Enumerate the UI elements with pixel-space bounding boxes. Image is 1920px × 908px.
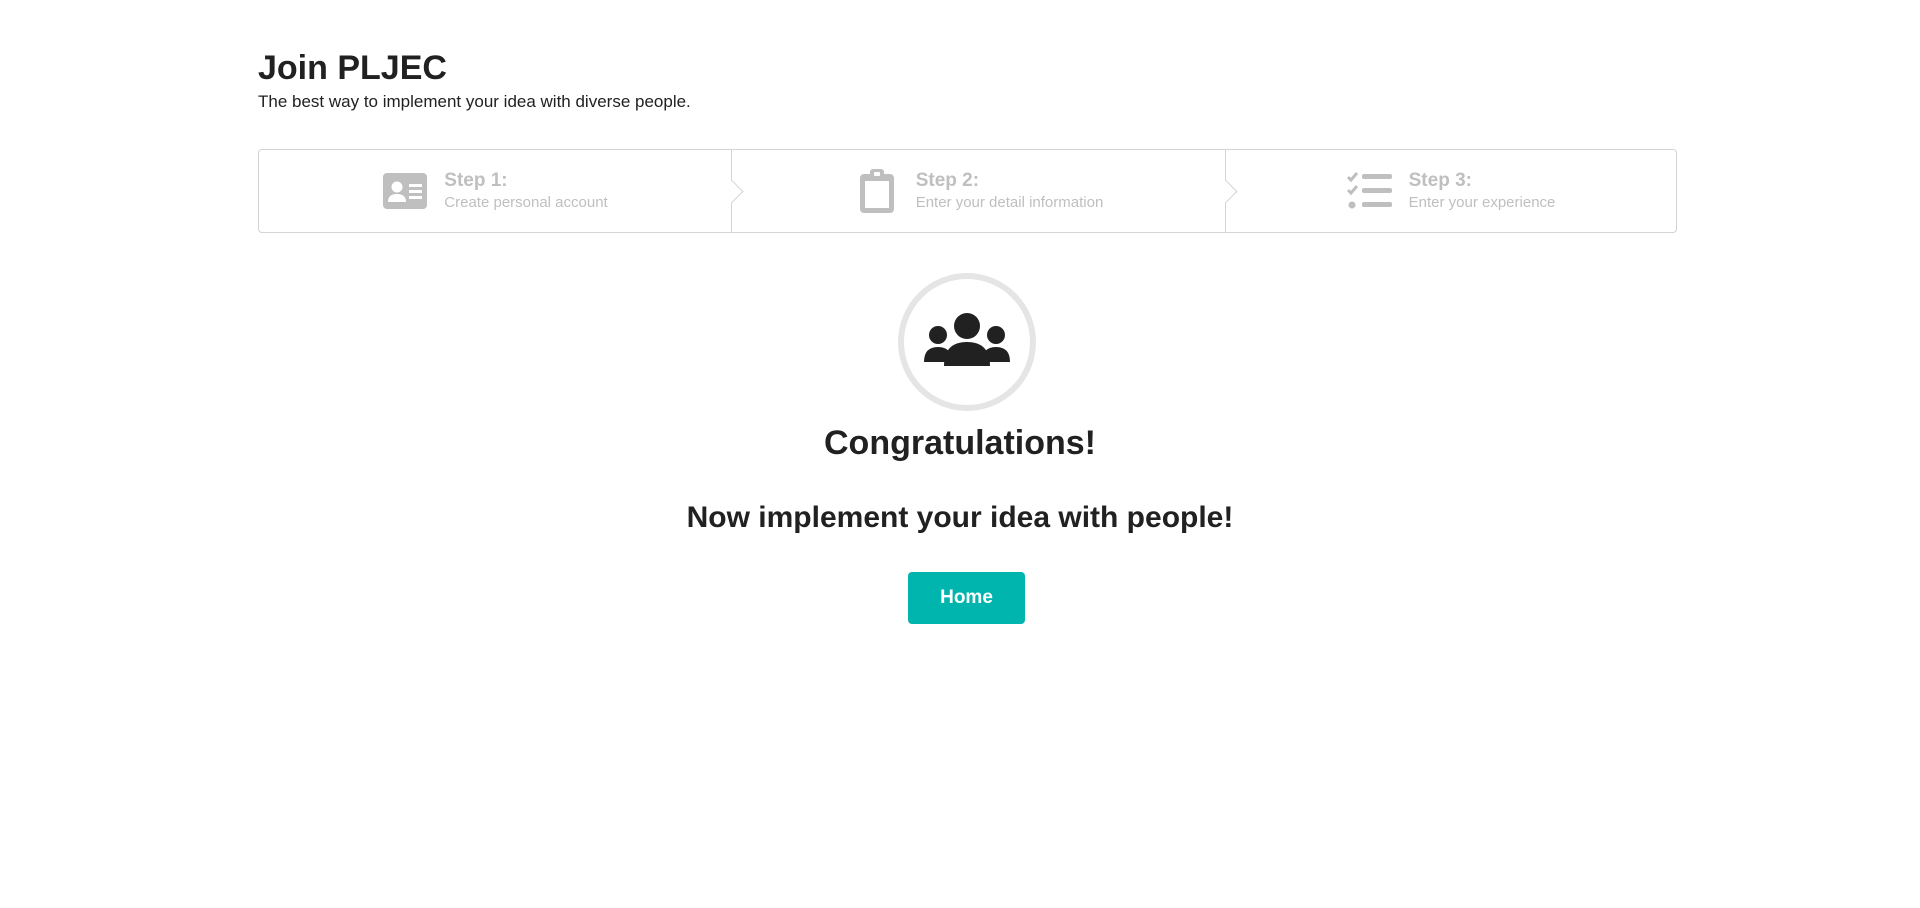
id-card-icon [382, 168, 428, 214]
result-message: Now implement your idea with people! [686, 501, 1234, 534]
step-2-description: Enter your detail information [915, 194, 1104, 211]
page-subtitle: The best way to implement your idea with… [258, 92, 691, 111]
step-1-title: Step 1: [444, 170, 508, 191]
users-icon [922, 312, 1012, 373]
step-3: Step 3: Enter your experience [1225, 150, 1676, 232]
page: Join PLJEC The best way to implement you… [0, 0, 1920, 908]
checklist-icon [1346, 168, 1393, 214]
clipboard-icon [854, 168, 900, 214]
step-3-description: Enter your experience [1408, 194, 1556, 211]
congratulations-heading: Congratulations! [824, 424, 1096, 462]
steps-progress: Step 1: Create personal account Step 2: … [258, 149, 1677, 233]
page-title: Join PLJEC [258, 49, 447, 87]
home-button[interactable]: Home [908, 572, 1025, 624]
step-1: Step 1: Create personal account [259, 150, 744, 232]
step-1-description: Create personal account [444, 194, 608, 211]
step-2-title: Step 2: [915, 170, 980, 191]
step-2: Step 2: Enter your detail information [731, 150, 1238, 232]
page-header: Join PLJEC The best way to implement you… [258, 46, 691, 114]
users-avatar [898, 273, 1036, 411]
step-3-title: Step 3: [1408, 170, 1472, 191]
